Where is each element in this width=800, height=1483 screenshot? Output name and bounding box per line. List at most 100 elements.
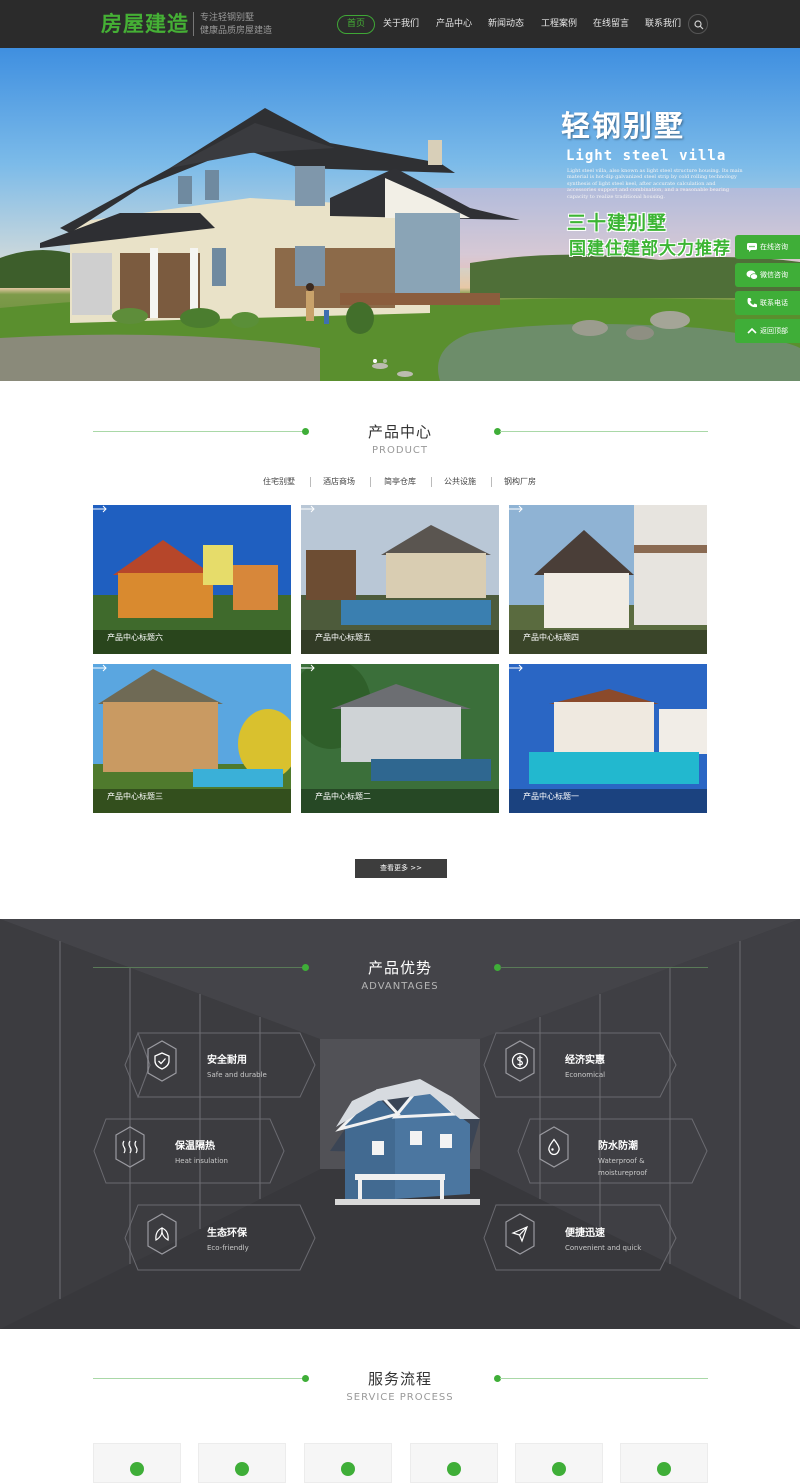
float-phone[interactable]: 联系电话 [735,291,800,315]
advantage-subtitle: Convenient and quick [565,1244,642,1252]
service-step [410,1443,498,1483]
category-pavilion-warehouse[interactable]: 简亭仓库 [384,476,416,488]
site-header: 房屋建造 专注轻钢别墅 健康品质房屋建造 首页 关于我们 产品中心 新闻动态 工… [0,0,800,48]
advantage-title: 便捷迅速 [565,1228,605,1239]
advantages-title-en: ADVANTAGES [361,981,439,992]
nav-products[interactable]: 产品中心 [436,15,472,34]
service-step-icon [235,1462,249,1476]
banner-description: Light steel villa, also known as light s… [567,168,743,200]
service-title-en: SERVICE PROCESS [346,1392,454,1403]
product-card[interactable]: 产品中心标题六 [93,505,291,654]
service-step [198,1443,286,1483]
service-step-icon [447,1462,461,1476]
phone-icon [747,298,757,308]
category-steel-factory[interactable]: 钢构厂房 [504,476,536,488]
float-label: 微信咨询 [760,271,788,279]
heat-waves-icon [122,1140,138,1154]
leaf-icon [155,1227,169,1241]
service-step-icon [130,1462,144,1476]
wechat-icon [746,270,758,280]
advantage-title: 保温隔热 [175,1141,215,1152]
nav-about[interactable]: 关于我们 [383,15,419,34]
service-step [93,1443,181,1483]
nav-home[interactable]: 首页 [337,15,376,34]
search-icon [694,20,704,30]
advantage-title: 防水防潮 [598,1141,638,1152]
service-title-cn: 服务流程 [367,1370,432,1388]
hero-banner: 轻钢别墅 Light steel villa Light steel villa… [0,48,800,381]
header-slogan: 专注轻钢别墅 健康品质房屋建造 [200,12,272,38]
advantage-title: 安全耐用 [207,1055,247,1066]
product-card[interactable]: 产品中心标题四 [509,505,707,654]
category-separator [491,477,492,487]
float-online-consult[interactable]: 在线咨询 [735,235,800,259]
service-step [304,1443,392,1483]
category-residential-villa[interactable]: 住宅别墅 [263,476,295,488]
view-more-button[interactable]: 查看更多 >> [355,859,447,878]
arrow-right-icon [93,664,107,672]
advantage-title: 生态环保 [207,1228,247,1239]
dollar-icon [511,1052,529,1070]
service-step-icon [341,1462,355,1476]
nav-message[interactable]: 在线留言 [593,15,629,34]
arrow-right-icon [301,664,315,672]
product-section-title: 产品中心 PRODUCT [0,422,800,458]
product-category-bar: 住宅别墅 酒店商场 简亭仓库 公共设施 钢构厂房 [0,476,800,490]
chat-icon [747,243,757,252]
slogan-line-2: 健康品质房屋建造 [200,26,273,36]
banner-subtitle: Light steel villa [566,148,727,164]
product-card-label: 产品中心标题五 [315,633,371,642]
slogan-line-1: 专注轻钢别墅 [200,13,255,23]
service-step-icon [657,1462,671,1476]
advantage-subtitle: Waterproof & moistureproof [598,1157,648,1177]
float-label: 返回顶部 [760,327,788,335]
nav-cases[interactable]: 工程案例 [541,15,577,34]
advantage-title: 经济实惠 [565,1055,605,1066]
site-logo[interactable]: 房屋建造 [101,10,189,38]
nav-news[interactable]: 新闻动态 [488,15,524,34]
arrow-right-icon [509,664,523,672]
service-section-title: 服务流程 SERVICE PROCESS [0,1369,800,1405]
arrow-up-icon [747,327,757,334]
product-card-label: 产品中心标题三 [107,792,163,801]
product-card[interactable]: 产品中心标题三 [93,664,291,813]
product-title-cn: 产品中心 [367,423,432,441]
float-back-to-top[interactable]: 返回顶部 [735,319,800,343]
villa-illustration [0,108,800,381]
arrow-right-icon [93,505,107,513]
category-separator [431,477,432,487]
product-card[interactable]: 产品中心标题二 [301,664,499,813]
advantages-title-cn: 产品优势 [367,959,432,977]
water-drop-icon [548,1138,560,1156]
banner-slogan-2: 国建住建部大力推荐 [569,239,731,259]
advantage-subtitle: Safe and durable [207,1071,267,1079]
service-step [515,1443,603,1483]
paper-plane-icon [511,1225,529,1243]
advantages-section-title: 产品优势 ADVANTAGES [0,958,800,994]
shield-check-icon [154,1052,170,1070]
product-card-label: 产品中心标题一 [523,792,579,801]
service-step [620,1443,708,1483]
arrow-right-icon [301,505,315,513]
product-card-label: 产品中心标题四 [523,633,579,642]
product-card[interactable]: 产品中心标题一 [509,664,707,813]
nav-contact[interactable]: 联系我们 [645,15,681,34]
banner-title: 轻钢别墅 [561,109,686,143]
advantage-subtitle: Economical [565,1071,606,1079]
advantage-subtitle: Heat insulation [175,1157,228,1165]
search-button[interactable] [688,14,708,34]
product-card-label: 产品中心标题二 [315,792,371,801]
product-card[interactable]: 产品中心标题五 [301,505,499,654]
banner-slogan-1: 三十建别墅 [567,212,668,234]
service-step-icon [552,1462,566,1476]
product-title-en: PRODUCT [372,445,428,456]
product-card-label: 产品中心标题六 [107,633,163,642]
category-hotel-mall[interactable]: 酒店商场 [323,476,355,488]
advantage-subtitle: Eco-friendly [207,1244,249,1252]
category-separator [310,477,311,487]
logo-divider [193,12,194,36]
category-separator [370,477,371,487]
category-public-facility[interactable]: 公共设施 [444,476,476,488]
arrow-right-icon [509,505,523,513]
float-wechat-consult[interactable]: 微信咨询 [735,263,800,287]
